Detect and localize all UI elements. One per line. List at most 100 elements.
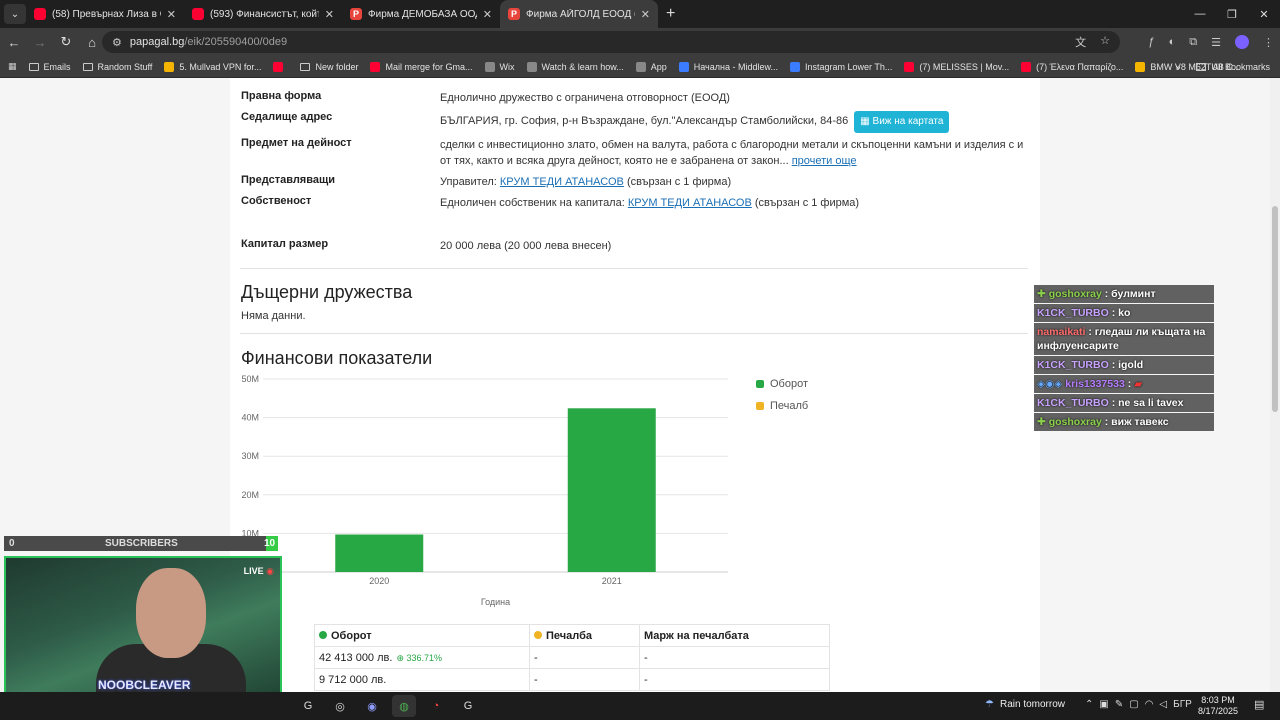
taskbar-clock[interactable]: 8:03 PM 8/17/2025 [1198, 695, 1238, 717]
tray-app-icon[interactable]: ✎ [1115, 699, 1123, 710]
bookmark-item[interactable]: 5. Mullvad VPN for... [164, 61, 261, 72]
language-indicator[interactable]: БГР [1173, 699, 1192, 710]
goal-start: 0 [9, 538, 15, 549]
capital-label: Капитал размер [241, 238, 329, 250]
bookmark-item[interactable] [273, 61, 288, 72]
reload-icon[interactable]: ↻ [54, 34, 78, 50]
discord-icon[interactable]: ◉ [360, 695, 384, 717]
close-icon[interactable]: ✕ [167, 8, 176, 21]
chat-user: goshoxray [1048, 416, 1102, 428]
bookmark-item[interactable]: Emails [28, 62, 71, 72]
tab-3[interactable]: P Фирма АЙГОЛД ЕООД (igold I... ✕ [500, 0, 658, 28]
webcam-person-face [136, 568, 206, 658]
page-scrollbar[interactable] [1270, 78, 1280, 692]
owner-link[interactable]: КРУМ ТЕДИ АТАНАСОВ [628, 197, 752, 209]
scrollbar-thumb[interactable] [1272, 206, 1278, 412]
bookmark-item[interactable]: Watch & learn how... [526, 61, 624, 72]
close-icon[interactable]: ✕ [641, 8, 650, 21]
all-bookmarks-link[interactable]: All Bookmarks [1212, 62, 1270, 72]
legend-label: Оборот [770, 378, 809, 390]
chat-message: K1CK_TURBO : ne sa li tavex [1034, 394, 1214, 412]
tab-1[interactable]: (593) Финансистът, който връ... ✕ [184, 0, 342, 28]
bookmark-item[interactable]: Instagram Lower Th... [790, 61, 892, 72]
bookmark-item[interactable]: (7) MELISSES | Mov... [904, 61, 1010, 72]
address-label: Седалище адрес [241, 111, 333, 123]
chevron-up-icon[interactable]: ⌃ [1085, 699, 1093, 710]
growth-badge: ⊕ 336.71% [396, 653, 442, 663]
youtube-icon [192, 8, 204, 20]
logitech-ghub-icon[interactable]: G [456, 695, 480, 717]
table-cell: 9 712 000 лв. [314, 668, 530, 691]
bookmark-item[interactable]: Random Stuff [82, 62, 152, 72]
bookmark-star-icon[interactable]: ☆ [1100, 34, 1110, 50]
badge-icon: ◈◉◈ [1037, 378, 1066, 390]
goal-label: SUBSCRIBERS [105, 538, 178, 549]
read-more-link[interactable]: прочети още [792, 155, 857, 167]
menu-icon[interactable]: ⋮ [1263, 36, 1274, 49]
reading-list-icon[interactable]: ☰ [1211, 36, 1221, 49]
youtube-icon [34, 8, 46, 20]
chevron-right-icon[interactable]: » [1175, 62, 1180, 72]
youtube-icon [1021, 61, 1032, 72]
tab-title: Фирма ДЕМОБАЗА ООД (DEM... [368, 8, 477, 20]
chat-user: goshoxray [1048, 288, 1102, 300]
system-tray: ⌃ ▣ ✎ ▢ ◠ ◁ БГР [1085, 699, 1192, 710]
chat-message: namaikati : гледаш ли къщата на инфлуенс… [1034, 323, 1214, 355]
snowflake-icon [678, 61, 689, 72]
streamer-name: NOOBCLEAVER [98, 678, 191, 692]
close-icon[interactable]: ✕ [325, 8, 334, 21]
minimize-icon[interactable]: — [1184, 0, 1216, 28]
bookmark-label: (7) MELISSES | Mov... [919, 61, 1010, 72]
back-icon[interactable]: ← [2, 35, 26, 50]
bookmark-item[interactable]: (7) Έλενα Παπαρίζο... [1021, 61, 1124, 72]
tab-2[interactable]: P Фирма ДЕМОБАЗА ООД (DEM... ✕ [342, 0, 500, 28]
bookmark-item[interactable]: Начална - Middlew... [678, 61, 778, 72]
speedometer-icon[interactable]: ◔ [424, 695, 448, 717]
legend-item-revenue[interactable]: Оборот [756, 378, 808, 390]
extension-icon[interactable]: ◐ [1169, 36, 1176, 48]
legend-item-profit[interactable]: Печалб [756, 400, 808, 412]
wifi-icon[interactable]: ◠ [1145, 699, 1154, 710]
address-bar[interactable]: ⚙ papagal.bg/eik/205590400/0de9 文 ☆ [102, 31, 1120, 53]
youtube-icon [904, 61, 915, 72]
apps-grid-icon[interactable]: ▦ [8, 61, 17, 72]
volume-icon[interactable]: ◁ [1159, 699, 1167, 710]
tray-app-icon[interactable]: ▣ [1099, 699, 1108, 710]
chat-user: K1CK_TURBO [1037, 359, 1109, 371]
col-profit: Печалба [529, 624, 640, 647]
tab-0[interactable]: (58) Превърнах Лиза в Cowgirl ✕ [26, 0, 184, 28]
tray-app-icon[interactable]: ▢ [1129, 699, 1138, 710]
clock-date: 8/17/2025 [1198, 706, 1239, 716]
logitech-icon[interactable]: G [296, 695, 320, 717]
profile-avatar[interactable] [1235, 35, 1249, 49]
manager-link[interactable]: КРУМ ТЕДИ АТАНАСОВ [500, 176, 624, 188]
weather-widget[interactable]: ☂ Rain tomorrow [985, 699, 1065, 710]
badge-icon: ✚ [1037, 416, 1049, 428]
youtube-icon [273, 61, 284, 72]
steam-icon[interactable]: ◎ [328, 695, 352, 717]
view-map-button[interactable]: ▦ Виж на картата [854, 111, 950, 133]
bookmark-label: (7) Έλενα Παπαρίζο... [1036, 61, 1124, 72]
close-window-icon[interactable]: ✕ [1248, 0, 1280, 28]
table-cell: 42 413 000 лв. ⊕ 336.71% [314, 646, 530, 669]
extension-icon[interactable]: ƒ [1148, 36, 1154, 48]
tab-search-button[interactable]: ⌄ [4, 4, 26, 24]
live-dot-icon: ◉ [266, 566, 274, 576]
notification-icon[interactable]: ▤ [1254, 698, 1264, 711]
bookmark-item[interactable]: New folder [300, 62, 358, 72]
extensions-puzzle-icon[interactable]: ⧉ [1189, 36, 1197, 49]
site-info-icon[interactable]: ⚙ [112, 36, 122, 49]
new-tab-button[interactable]: + [666, 5, 675, 23]
home-icon[interactable]: ⌂ [80, 35, 104, 50]
restore-icon[interactable]: ❐ [1216, 0, 1248, 28]
close-icon[interactable]: ✕ [483, 8, 492, 21]
forward-icon[interactable]: → [28, 35, 52, 50]
bookmark-item[interactable]: Wix [484, 61, 515, 72]
chrome-icon[interactable]: ◍ [392, 695, 416, 717]
bookmark-label: Mail merge for Gma... [385, 61, 473, 72]
bookmark-item[interactable]: Mail merge for Gma... [370, 61, 473, 72]
cell-value: 42 413 000 лв. [319, 651, 393, 664]
translate-icon[interactable]: 文 [1075, 34, 1086, 50]
financials-table: Оборот Печалба Марж на печалбата 42 413 … [314, 624, 830, 691]
bookmark-item[interactable]: App [635, 61, 667, 72]
